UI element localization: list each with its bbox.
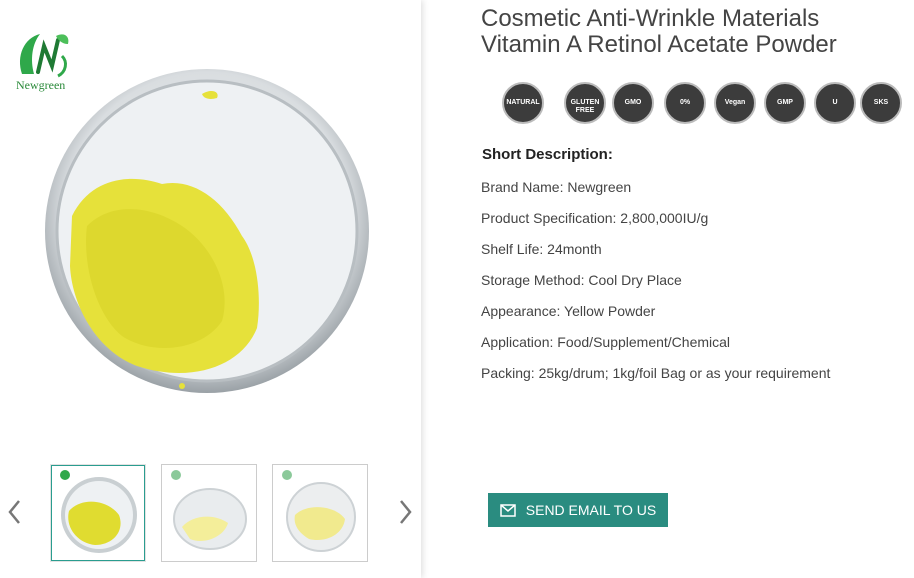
spec-shelf-life: Shelf Life: 24month (481, 241, 602, 257)
kosher-sks-badge-icon: SKS (860, 82, 902, 124)
chevron-left-icon (8, 500, 20, 524)
main-product-image[interactable]: Newgreen (0, 0, 421, 450)
thumbnail-dish-image (60, 470, 137, 553)
thumbnail-dish-image (171, 470, 247, 550)
non-gmo-badge-icon: GMO (612, 82, 654, 124)
vegan-friendly-badge-icon: Vegan (714, 82, 756, 124)
natural-ingredients-badge-icon: NATURAL (502, 82, 544, 124)
send-email-button[interactable]: SEND EMAIL TO US (488, 493, 668, 527)
short-description-heading: Short Description: (482, 146, 613, 163)
thumbnail-3[interactable] (272, 464, 368, 562)
no-preservatives-badge-icon: 0% (664, 82, 706, 124)
spec-appearance: Appearance: Yellow Powder (481, 303, 656, 319)
chevron-right-icon (400, 500, 412, 524)
spec-storage-method: Storage Method: Cool Dry Place (481, 272, 682, 288)
product-gallery: Newgreen (0, 0, 421, 578)
send-email-label: SEND EMAIL TO US (525, 502, 657, 518)
thumbnail-dish-image (282, 470, 356, 552)
spec-application: Application: Food/Supplement/Chemical (481, 334, 731, 350)
thumbnail-1[interactable] (50, 464, 146, 562)
spec-product-specification: Product Specification: 2,800,000IU/g (481, 210, 709, 226)
gallery-prev-arrow[interactable] (5, 497, 25, 527)
envelope-icon (500, 503, 516, 517)
thumbnail-2[interactable] (161, 464, 257, 562)
spec-packing: Packing: 25kg/drum; 1kg/foil Bag or as y… (481, 365, 831, 381)
petri-dish-image (45, 69, 369, 393)
product-title-line-1: Cosmetic Anti-Wrinkle Materials (481, 5, 820, 32)
kosher-badge-icon: U (814, 82, 856, 124)
gluten-free-badge-icon: GLUTEN FREE (564, 82, 606, 124)
certification-badges: NATURAL GLUTEN FREE GMO 0% Vegan GMP U S… (502, 82, 906, 128)
product-title: Cosmetic Anti-Wrinkle Materials Vitamin … (481, 6, 901, 58)
gmp-certified-badge-icon: GMP (764, 82, 806, 124)
product-title-line-2: Vitamin A Retinol Acetate Powder (481, 31, 837, 58)
spec-brand-name: Brand Name: Newgreen (481, 179, 632, 195)
gallery-next-arrow[interactable] (395, 497, 415, 527)
